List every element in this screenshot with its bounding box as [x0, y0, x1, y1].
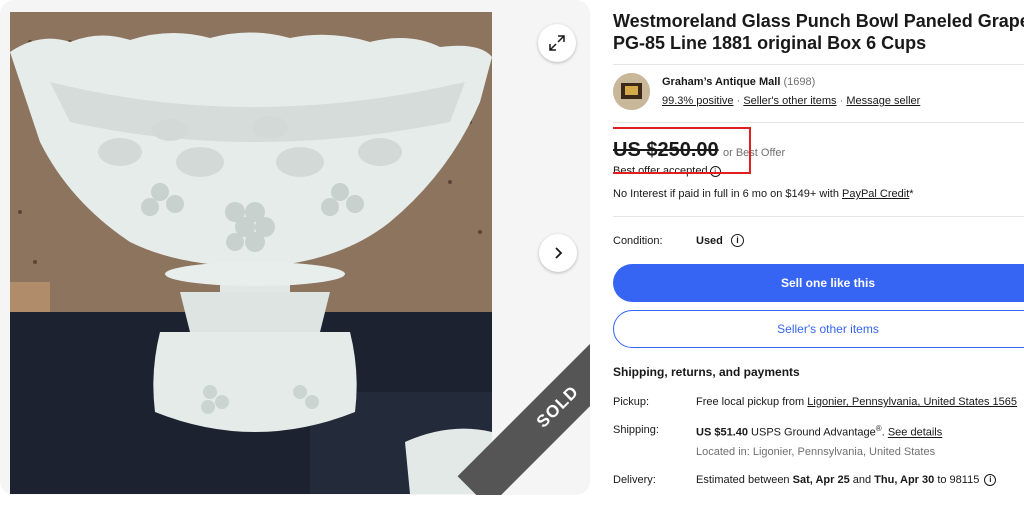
pickup-prefix: Free local pickup from [696, 396, 808, 408]
shipping-price: US $51.40 [696, 426, 748, 439]
condition-label: Condition: [613, 235, 663, 247]
separator: · [733, 95, 744, 107]
seller-feedback-count: (1698) [783, 76, 816, 88]
listing-details: Westmoreland Glass Punch Bowl Paneled Gr… [613, 0, 1024, 507]
see-details-link[interactable]: See details [888, 427, 942, 439]
image-gallery: SOLD [0, 0, 590, 495]
seller-name[interactable]: Graham’s Antique Mall [662, 76, 780, 88]
fullscreen-button[interactable] [538, 24, 576, 62]
product-photo[interactable] [10, 12, 492, 494]
paypal-suffix: * [909, 188, 914, 200]
seller-name-row: Graham’s Antique Mall (1698) [662, 76, 815, 88]
expand-icon [549, 35, 565, 51]
chevron-right-icon [555, 247, 563, 259]
divider [613, 216, 1024, 217]
delivery-label: Delivery: [613, 474, 656, 486]
sellers-other-items-button[interactable]: Seller's other items [613, 310, 1024, 348]
sell-one-like-this-button[interactable]: Sell one like this [613, 264, 1024, 302]
paypal-credit-line: No Interest if paid in full in 6 mo on $… [613, 188, 914, 200]
delivery-suffix: to 98115 [934, 474, 983, 486]
paypal-credit-link[interactable]: PayPal Credit [842, 188, 909, 200]
shipping-section-title: Shipping, returns, and payments [613, 365, 800, 379]
punch-bowl-image [10, 12, 492, 494]
delivery-start: Sat, Apr 25 [792, 474, 850, 486]
listing-title-line2: PG-85 Line 1881 original Box 6 Cups [613, 33, 927, 53]
seller-links: 99.3% positive · Seller's other items · … [662, 95, 920, 107]
delivery-value: Estimated between Sat, Apr 25 and Thu, A… [696, 474, 997, 487]
separator: · [836, 95, 847, 107]
shipping-label: Shipping: [613, 424, 659, 436]
info-icon[interactable]: i [984, 474, 997, 487]
info-icon[interactable]: i [731, 234, 744, 247]
seller-positive-link[interactable]: 99.3% positive [662, 95, 734, 107]
price-highlight-box [613, 127, 751, 174]
listing-title-line1: Westmoreland Glass Punch Bowl Paneled Gr… [613, 11, 1024, 31]
seller-logo [613, 73, 650, 110]
paypal-prefix: No Interest if paid in full in 6 mo on $… [613, 188, 842, 200]
next-image-button[interactable] [539, 234, 577, 272]
pickup-value: Free local pickup from Ligonier, Pennsyl… [696, 396, 1017, 408]
shipping-service: USPS Ground Advantage [747, 426, 876, 439]
message-seller-link[interactable]: Message seller [846, 95, 920, 107]
listing-title: Westmoreland Glass Punch Bowl Paneled Gr… [613, 10, 1024, 54]
delivery-and: and [849, 474, 875, 486]
divider [613, 64, 1024, 65]
delivery-prefix: Estimated between [696, 474, 793, 486]
shipping-value: US $51.40 USPS Ground Advantage®. See de… [696, 424, 942, 439]
pickup-location-link[interactable]: Ligonier, Pennsylvania, United States 15… [807, 396, 1017, 408]
condition-value: Used [696, 235, 723, 247]
located-in: Located in: Ligonier, Pennsylvania, Unit… [696, 446, 936, 458]
seller-avatar[interactable] [613, 73, 650, 110]
divider [613, 122, 1024, 123]
pickup-label: Pickup: [613, 396, 650, 408]
seller-other-items-link[interactable]: Seller's other items [743, 95, 836, 107]
delivery-end: Thu, Apr 30 [874, 474, 935, 486]
